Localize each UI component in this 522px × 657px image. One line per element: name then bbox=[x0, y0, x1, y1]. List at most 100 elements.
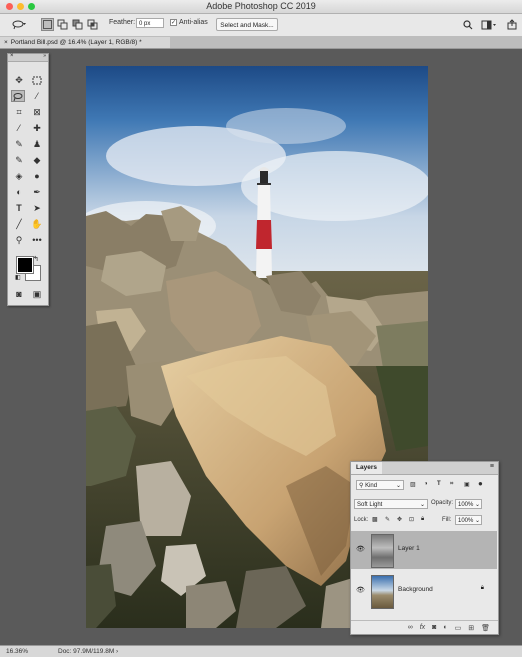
adjustment-filter-icon[interactable]: ◑ bbox=[424, 481, 428, 487]
subtract-from-selection-icon[interactable] bbox=[71, 18, 84, 31]
fill-value: 100% bbox=[458, 518, 474, 524]
default-colors-icon[interactable]: ◧ bbox=[15, 274, 21, 281]
fill-input[interactable]: 100% ⌄ bbox=[455, 515, 482, 525]
panel-menu-icon[interactable]: ≡ bbox=[490, 463, 494, 470]
document-tab-bar: × Portland Bill.psd @ 16.4% (Layer 1, RGB… bbox=[0, 37, 522, 49]
workspace-switcher-icon[interactable] bbox=[480, 18, 498, 31]
brush-tool-icon[interactable]: ✎ bbox=[12, 138, 26, 150]
swap-colors-icon[interactable]: ↰ bbox=[33, 255, 39, 263]
blend-mode-select[interactable]: Soft Light ⌄ bbox=[354, 499, 428, 509]
blur-tool-icon[interactable]: ● bbox=[30, 170, 44, 182]
layer-row-background[interactable]: 👁︎ Background 🔒︎ bbox=[351, 572, 497, 610]
lock-image-icon[interactable]: ✎ bbox=[385, 516, 390, 523]
delete-layer-icon[interactable]: 🗑︎ bbox=[481, 624, 490, 632]
options-bar: Feather: 0 px ✓ Anti-alias Select and Ma… bbox=[0, 14, 522, 37]
pen-tool-icon[interactable]: ✒ bbox=[30, 186, 44, 198]
adjustment-layer-icon[interactable]: ◐ bbox=[443, 624, 447, 631]
zoom-level[interactable]: 16.36% bbox=[6, 646, 28, 657]
lasso-tool-preset-icon[interactable] bbox=[10, 18, 30, 31]
layers-panel-header: Layers ≡ bbox=[351, 462, 498, 475]
layer-name[interactable]: Background bbox=[398, 586, 433, 593]
window-title: Adobe Photoshop CC 2019 bbox=[206, 1, 316, 11]
layers-panel: Layers ≡ ⚲ Kind ⌄ ▨ ◑ T ⌗ ▣ ● Soft Light ⌄… bbox=[350, 461, 499, 635]
frame-tool-icon[interactable]: ⊠ bbox=[30, 106, 44, 118]
tools-panel: × » ✥ ⁄ ⌗ ⊠ ⁄ ✚ ✎ ♟ ✎ ◆ ◈ ● ◐ ✒ T ➤ ╱ ✋ … bbox=[7, 53, 49, 306]
pixel-filter-icon[interactable]: ▨ bbox=[410, 481, 416, 488]
document-info[interactable]: Doc: 97.9M/119.8M bbox=[58, 646, 114, 657]
link-layers-icon[interactable]: ∞ bbox=[408, 624, 413, 631]
hand-tool-icon[interactable]: ✋ bbox=[30, 218, 44, 230]
checkmark-icon: ✓ bbox=[170, 19, 177, 26]
crop-tool-icon[interactable]: ⌗ bbox=[12, 106, 26, 118]
healing-brush-icon[interactable]: ✚ bbox=[30, 122, 44, 134]
search-icon[interactable] bbox=[462, 18, 474, 31]
status-menu-icon[interactable]: › bbox=[116, 646, 118, 657]
layer-filter-label: Kind bbox=[365, 483, 378, 489]
path-selection-icon[interactable]: ➤ bbox=[30, 202, 44, 214]
add-to-selection-icon[interactable] bbox=[56, 18, 69, 31]
type-filter-icon[interactable]: T bbox=[437, 481, 441, 487]
opacity-label: Opacity: bbox=[431, 500, 454, 506]
foreground-color-swatch[interactable] bbox=[17, 257, 33, 273]
eyedropper-icon[interactable]: ⁄ bbox=[12, 122, 26, 134]
eraser-icon[interactable]: ◆ bbox=[30, 154, 44, 166]
feather-label: Feather: bbox=[109, 19, 136, 26]
visibility-eye-icon[interactable]: 👁︎ bbox=[356, 545, 365, 553]
layer-row-layer-1[interactable]: 👁︎ Layer 1 bbox=[351, 531, 497, 569]
close-tab-icon[interactable]: × bbox=[4, 39, 8, 46]
type-tool-icon[interactable]: T bbox=[12, 202, 26, 214]
history-brush-icon[interactable]: ✎ bbox=[12, 154, 26, 166]
paint-bucket-icon[interactable]: ◈ bbox=[12, 170, 26, 182]
lock-transparent-icon[interactable]: ▩ bbox=[372, 516, 378, 523]
opacity-value: 100% bbox=[458, 502, 474, 508]
new-selection-icon[interactable] bbox=[41, 18, 54, 31]
document-tab[interactable]: × Portland Bill.psd @ 16.4% (Layer 1, RGB… bbox=[0, 37, 170, 48]
shape-filter-icon[interactable]: ⌗ bbox=[450, 481, 453, 488]
opacity-input[interactable]: 100% ⌄ bbox=[455, 499, 482, 509]
background-thumbnail bbox=[371, 575, 394, 609]
more-tools-icon[interactable]: ••• bbox=[30, 234, 44, 246]
chevron-down-icon: ⌄ bbox=[474, 518, 480, 524]
clone-stamp-icon[interactable]: ♟ bbox=[30, 138, 44, 150]
lasso-tool-icon[interactable] bbox=[11, 90, 25, 102]
move-tool-icon[interactable]: ✥ bbox=[12, 74, 26, 86]
anti-alias-checkbox[interactable]: ✓ Anti-alias bbox=[170, 19, 208, 26]
chevron-down-icon: ⌄ bbox=[419, 502, 425, 508]
layer-style-icon[interactable]: fx bbox=[420, 624, 425, 631]
lighthouse bbox=[256, 167, 272, 278]
dodge-tool-icon[interactable]: ◐ bbox=[12, 186, 26, 198]
layer-filter-select[interactable]: ⚲ Kind ⌄ bbox=[356, 480, 404, 490]
intersect-selection-icon[interactable] bbox=[86, 18, 99, 31]
chevron-down-icon: ⌄ bbox=[474, 502, 480, 508]
status-bar: 16.36% Doc: 97.9M/119.8M › bbox=[0, 645, 522, 657]
feather-input[interactable]: 0 px bbox=[136, 18, 164, 28]
marquee-tool-icon[interactable] bbox=[30, 74, 44, 86]
lock-all-icon[interactable]: 🔒︎ bbox=[421, 516, 424, 523]
tools-panel-header[interactable]: × » bbox=[8, 53, 48, 62]
filter-toggle-icon[interactable]: ● bbox=[478, 479, 483, 488]
layer-name[interactable]: Layer 1 bbox=[398, 545, 420, 552]
visibility-eye-icon[interactable]: 👁︎ bbox=[356, 586, 365, 594]
line-tool-icon[interactable]: ╱ bbox=[12, 218, 26, 230]
select-and-mask-button[interactable]: Select and Mask... bbox=[216, 18, 278, 31]
screen-mode-icon[interactable]: ▣ bbox=[30, 288, 44, 300]
close-panel-icon[interactable]: × bbox=[10, 53, 14, 59]
layers-panel-footer: ∞ fx ◙ ◐ ▭ ⊞ 🗑︎ bbox=[351, 620, 498, 634]
share-icon[interactable] bbox=[506, 18, 518, 31]
magic-wand-icon[interactable]: ⁄ bbox=[30, 90, 44, 102]
lock-label: Lock: bbox=[354, 517, 369, 523]
layer-lock-icon: 🔒︎ bbox=[480, 585, 484, 591]
new-layer-icon[interactable]: ⊞ bbox=[468, 624, 474, 632]
quick-mask-icon[interactable]: ◙ bbox=[12, 288, 26, 300]
smart-object-filter-icon[interactable]: ▣ bbox=[464, 481, 470, 488]
layers-tab[interactable]: Layers bbox=[351, 462, 382, 474]
anti-alias-label: Anti-alias bbox=[179, 19, 208, 26]
add-mask-icon[interactable]: ◙ bbox=[432, 624, 436, 631]
zoom-tool-icon[interactable]: ⚲ bbox=[12, 234, 26, 246]
lock-position-icon[interactable]: ✥ bbox=[397, 516, 402, 523]
lock-artboard-icon[interactable]: ⊡ bbox=[409, 516, 414, 523]
chevron-down-icon: ⌄ bbox=[395, 483, 401, 489]
document-tab-label: Portland Bill.psd @ 16.4% (Layer 1, RGB/… bbox=[10, 39, 142, 46]
collapse-panel-icon[interactable]: » bbox=[43, 53, 46, 59]
new-group-icon[interactable]: ▭ bbox=[455, 624, 462, 632]
